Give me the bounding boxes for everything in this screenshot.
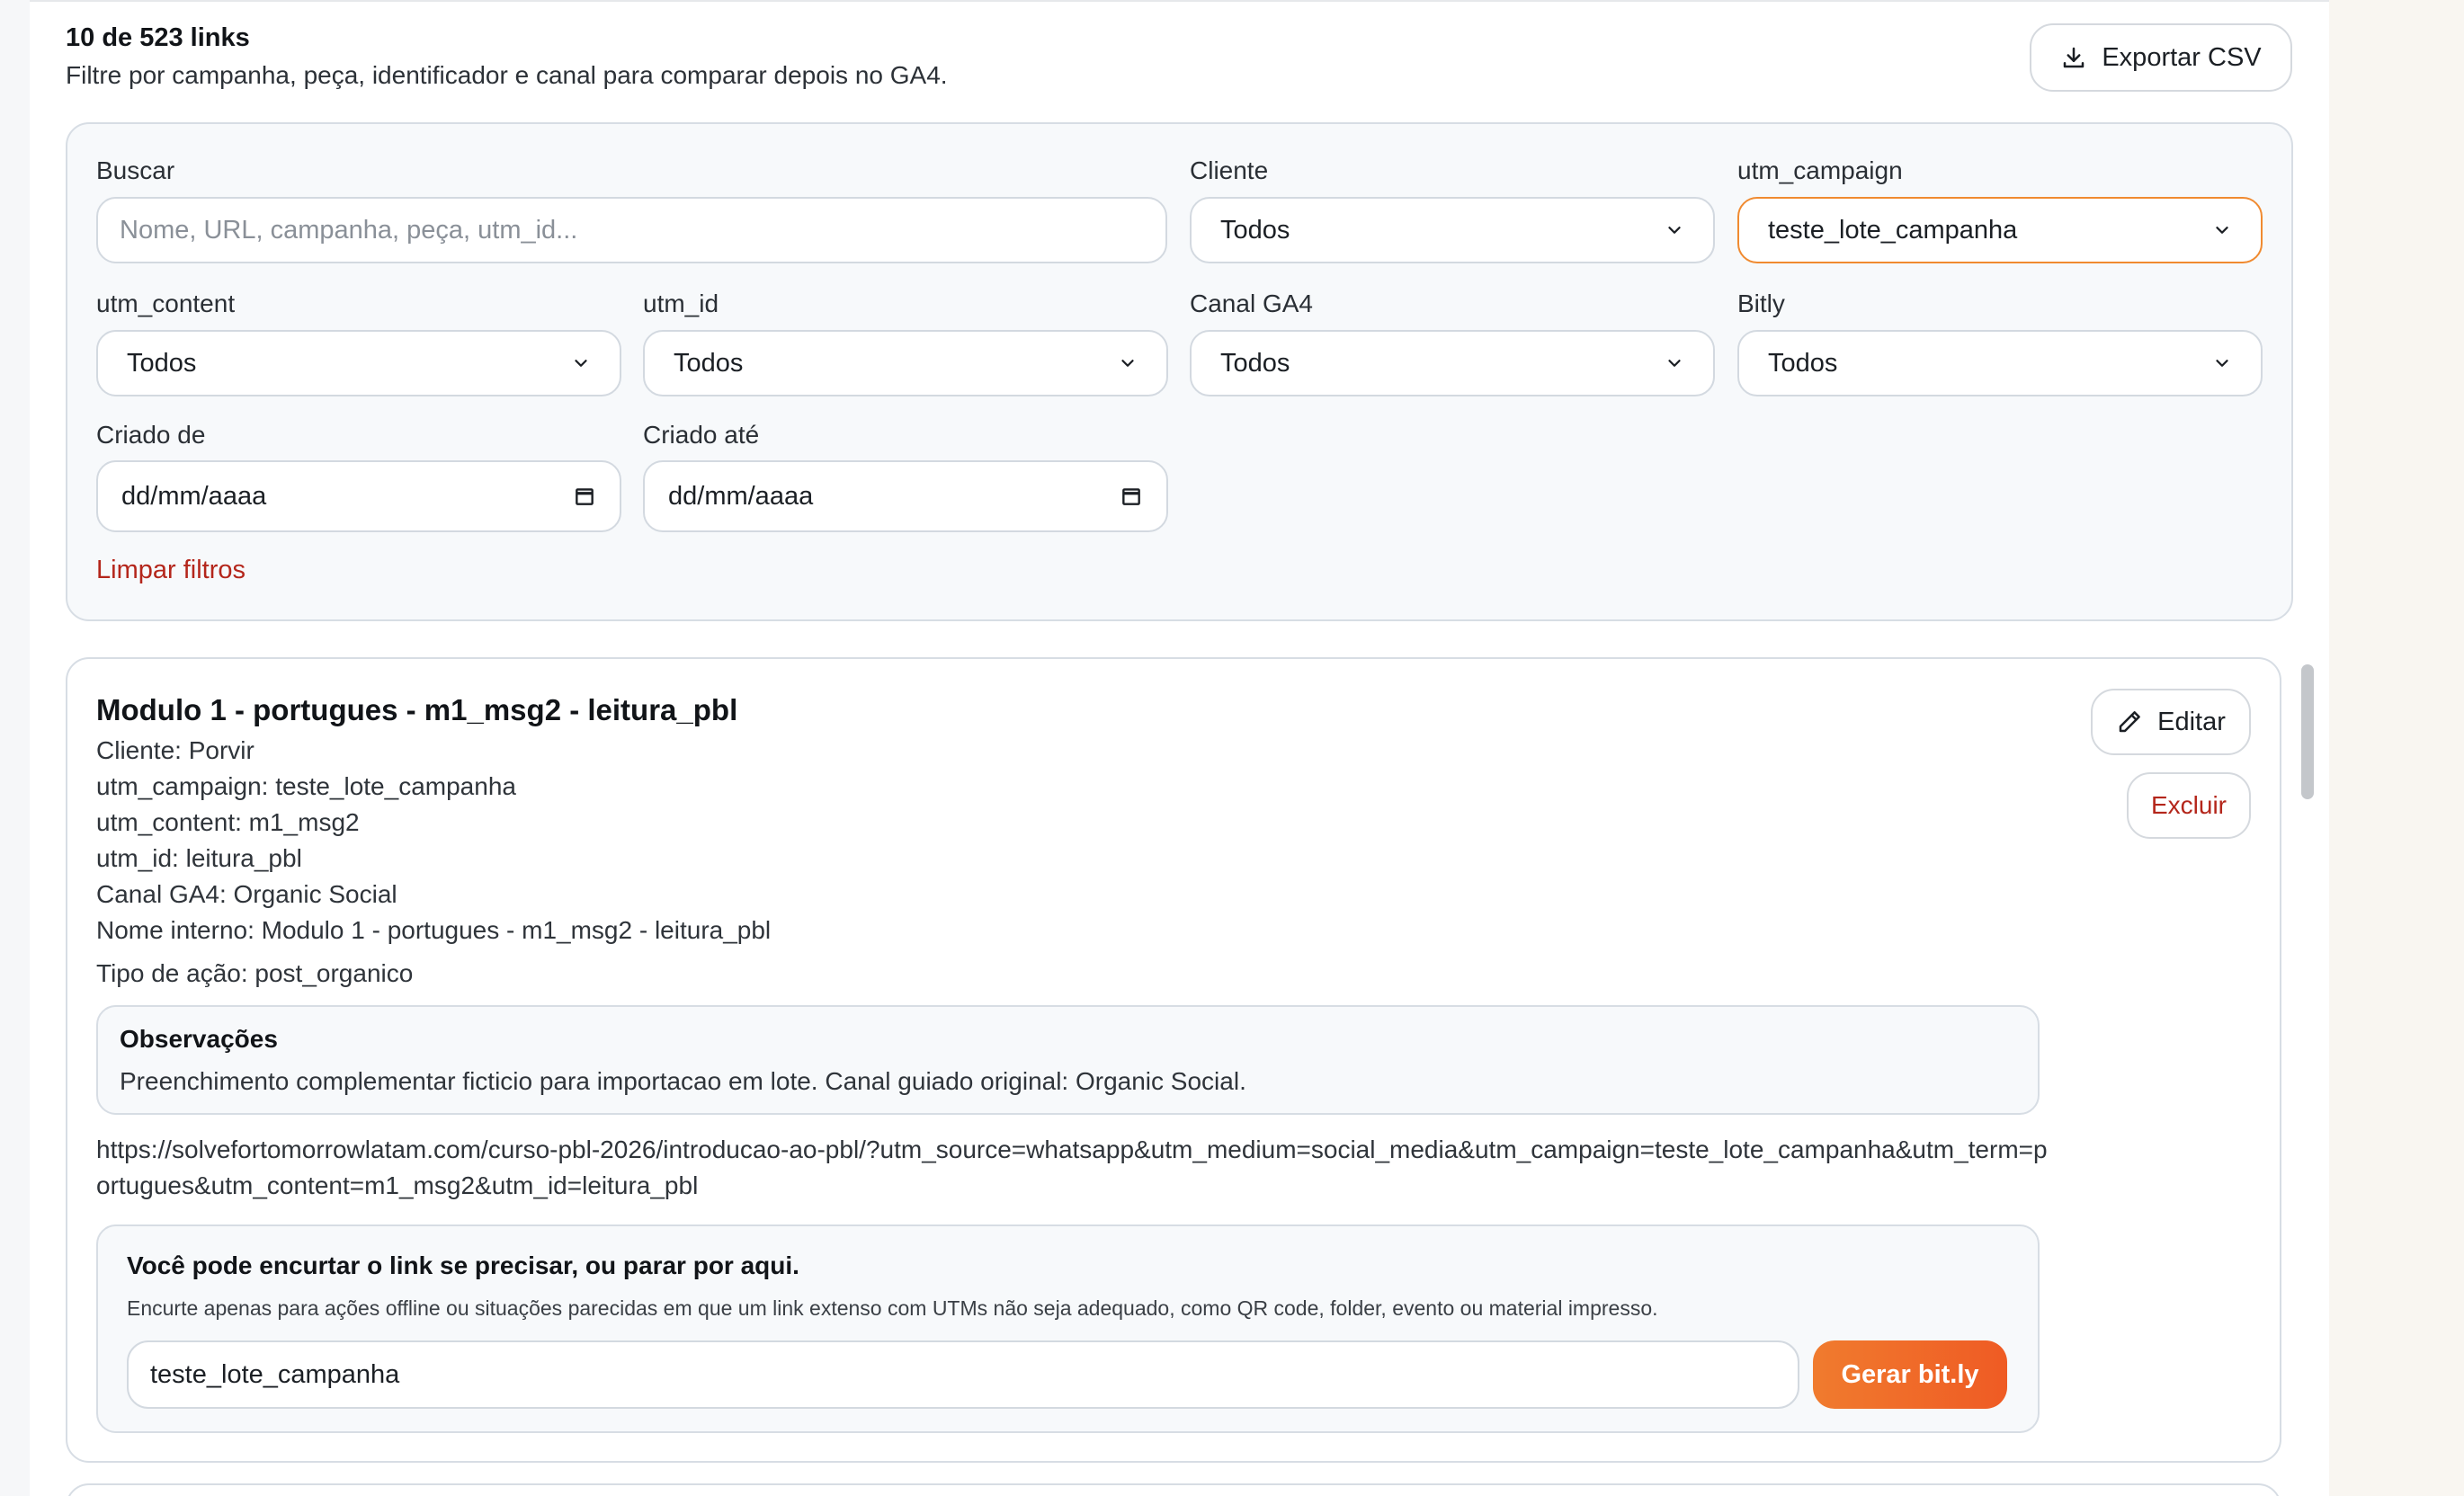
criado-ate-value: dd/mm/aaaa [668, 481, 814, 511]
card-title: Modulo 1 - portugues - m1_msg2 - leitura… [96, 693, 738, 726]
utm-campaign-text: utm_campaign: teste_lote_campanha [96, 772, 516, 800]
utm-campaign-value: teste_lote_campanha [1768, 215, 2018, 245]
utm-id-select[interactable]: Todos [643, 330, 1168, 396]
criado-de-input[interactable]: dd/mm/aaaa [96, 460, 621, 532]
utm-id-text: utm_id: leitura_pbl [96, 844, 302, 872]
bitly-select[interactable]: Todos [1737, 330, 2263, 396]
generated-url: https://solvefortomorrowlatam.com/curso-… [96, 1135, 2048, 1199]
utm-content-value: Todos [127, 348, 197, 378]
link-card: Modulo 1 - portugues - m1_msg2 - leitura… [66, 657, 2314, 1463]
bitly-slug-value: teste_lote_campanha [150, 1359, 400, 1389]
search-placeholder: Nome, URL, campanha, peça, utm_id... [120, 215, 578, 245]
criado-ate-label: Criado até [643, 421, 760, 449]
bitly-label: Bitly [1737, 289, 1785, 317]
edit-label: Editar [2157, 707, 2226, 736]
chevron-down-icon [1668, 227, 1681, 234]
chevron-down-icon [2216, 360, 2228, 367]
calendar-icon[interactable] [1120, 485, 1143, 508]
bitly-value: Todos [1768, 348, 1838, 378]
canal-ga4-select[interactable]: Todos [1190, 330, 1715, 396]
criado-de-value: dd/mm/aaaa [121, 481, 267, 511]
links-count: 10 de 523 links [66, 23, 250, 52]
cliente-text: Cliente: Porvir [96, 736, 254, 764]
filters-panel: Buscar Nome, URL, campanha, peça, utm_id… [66, 122, 2293, 621]
generate-bitly-button[interactable]: Gerar bit.ly [1813, 1340, 2007, 1409]
canal-text: Canal GA4: Organic Social [96, 880, 397, 908]
utm-id-label: utm_id [643, 289, 719, 317]
clear-filters-link[interactable]: Limpar filtros [96, 556, 246, 585]
search-input[interactable]: Nome, URL, campanha, peça, utm_id... [96, 197, 1167, 263]
utm-content-text: utm_content: m1_msg2 [96, 808, 360, 836]
utm-campaign-label: utm_campaign [1737, 156, 1903, 184]
shorten-description: Encurte apenas para ações offline ou sit… [127, 1296, 1658, 1320]
criado-ate-input[interactable]: dd/mm/aaaa [643, 460, 1168, 532]
notes-box: Observações Preenchimento complementar f… [96, 1005, 2040, 1115]
cliente-label: Cliente [1190, 156, 1269, 184]
nome-interno-text: Nome interno: Modulo 1 - portugues - m1_… [96, 916, 772, 944]
canal-ga4-label: Canal GA4 [1190, 289, 1313, 317]
utm-content-select[interactable]: Todos [96, 330, 621, 396]
utm-campaign-select[interactable]: teste_lote_campanha [1737, 197, 2263, 263]
links-panel: 10 de 523 links Filtre por campanha, peç… [30, 0, 2329, 1496]
download-icon [2064, 47, 2085, 68]
pencil-icon [2119, 711, 2140, 733]
utm-content-label: utm_content [96, 289, 236, 317]
export-csv-button[interactable]: Exportar CSV [2030, 23, 2292, 92]
notes-title: Observações [120, 1025, 278, 1053]
utm-id-value: Todos [674, 348, 744, 378]
delete-button[interactable]: Excluir [2127, 772, 2251, 839]
canal-ga4-value: Todos [1220, 348, 1290, 378]
export-csv-label: Exportar CSV [2102, 42, 2262, 72]
bitly-slug-input[interactable]: teste_lote_campanha [127, 1340, 1799, 1409]
links-subtitle: Filtre por campanha, peça, identificador… [66, 61, 948, 89]
search-label: Buscar [96, 156, 175, 184]
notes-text: Preenchimento complementar ficticio para… [120, 1067, 1246, 1095]
page-background-right [2329, 0, 2464, 1496]
cliente-value: Todos [1220, 215, 1290, 245]
card-scrollbar[interactable] [2301, 664, 2314, 799]
edit-button[interactable]: Editar [2091, 689, 2251, 755]
chevron-down-icon [1668, 360, 1681, 367]
tipo-acao-text: Tipo de ação: post_organico [96, 959, 414, 987]
chevron-down-icon [2216, 227, 2228, 234]
next-link-card [66, 1483, 2281, 1496]
calendar-icon[interactable] [573, 485, 596, 508]
shorten-box: Você pode encurtar o link se precisar, o… [96, 1224, 2040, 1433]
criado-de-label: Criado de [96, 421, 206, 449]
chevron-down-icon [1121, 360, 1134, 367]
cliente-select[interactable]: Todos [1190, 197, 1715, 263]
shorten-title: Você pode encurtar o link se precisar, o… [127, 1251, 799, 1279]
chevron-down-icon [575, 360, 587, 367]
